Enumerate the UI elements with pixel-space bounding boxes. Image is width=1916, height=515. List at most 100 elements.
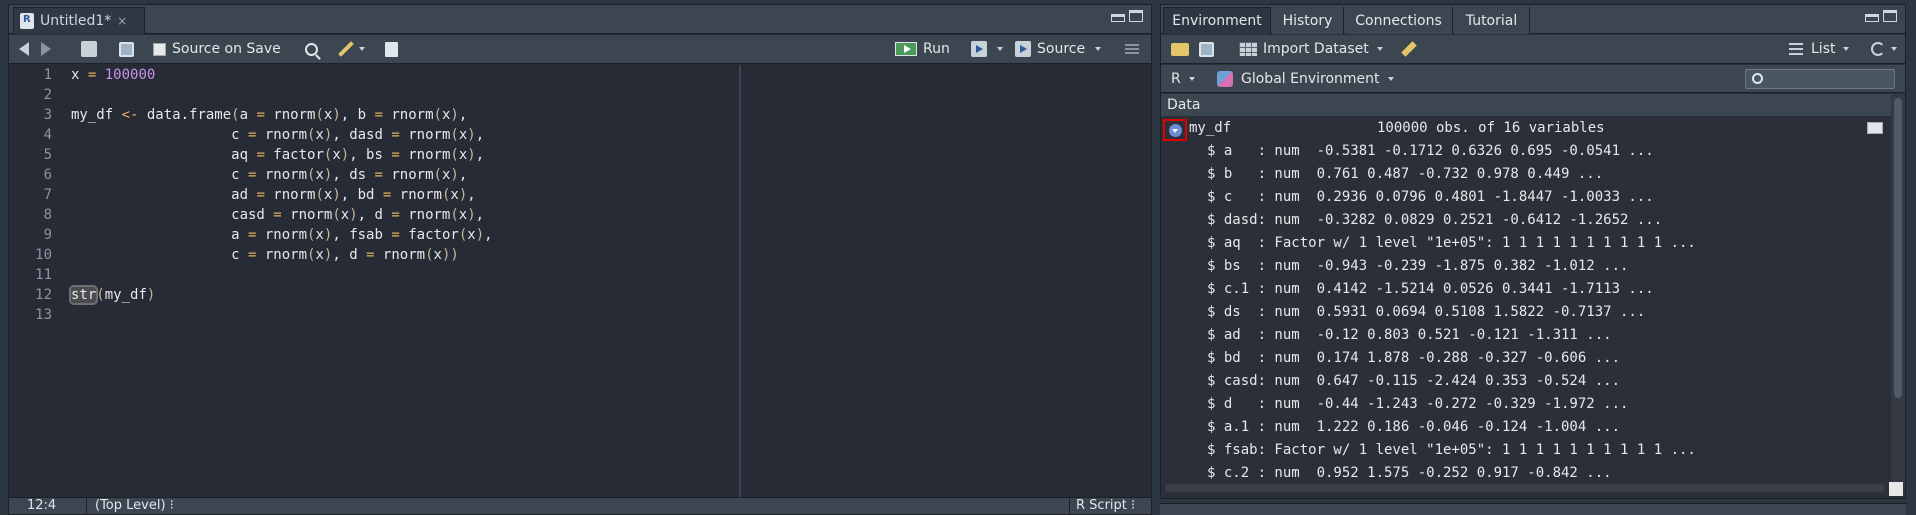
forward-button[interactable]: [41, 39, 51, 59]
scrollbar-thumb[interactable]: [1894, 98, 1902, 398]
tab-untitled1[interactable]: Untitled1* ×: [13, 7, 145, 34]
minimize-pane-icon[interactable]: [1111, 14, 1125, 22]
run-button[interactable]: Run: [895, 39, 950, 59]
compile-report-button[interactable]: [385, 39, 398, 59]
chevron-down-icon: [1891, 47, 1897, 51]
code-line[interactable]: 13: [9, 305, 1151, 325]
environment-pane: Environment History Connections Tutorial…: [1160, 4, 1906, 499]
variable-summary: $ fsab: Factor w/ 1 level "1e+05": 1 1 1…: [1207, 442, 1696, 458]
import-dataset-button[interactable]: Import Dataset: [1239, 39, 1383, 59]
save-workspace-button[interactable]: [1199, 39, 1214, 59]
code-text: my_df <- data.frame(a = rnorm(x), b = rn…: [71, 107, 468, 123]
find-replace-button[interactable]: [305, 39, 318, 59]
variable-row: $ bd : num 0.174 1.878 -0.288 -0.327 -0.…: [1161, 347, 1893, 370]
import-dataset-label: Import Dataset: [1263, 41, 1369, 57]
save-icon: [119, 41, 134, 57]
variable-row: $ casd: num 0.647 -0.115 -2.424 0.353 -0…: [1161, 370, 1893, 393]
source-on-save-label: Source on Save: [172, 41, 281, 57]
open-folder-icon: [1171, 42, 1189, 56]
clear-workspace-button[interactable]: [1401, 39, 1417, 59]
line-number: 10: [35, 247, 52, 263]
environment-search-input[interactable]: [1745, 69, 1895, 89]
load-workspace-button[interactable]: [1171, 39, 1189, 59]
code-line[interactable]: 4 c = rnorm(x), dasd = rnorm(x),: [9, 125, 1151, 145]
source-icon: [1015, 41, 1031, 57]
code-line[interactable]: 9 a = rnorm(x), fsab = factor(x),: [9, 225, 1151, 245]
code-line[interactable]: 7 ad = rnorm(x), bd = rnorm(x),: [9, 185, 1151, 205]
source-on-save-toggle[interactable]: Source on Save: [153, 39, 281, 59]
code-editor[interactable]: 1 x = 100000 2 3 my_df <- data.frame(a = rno…: [9, 65, 1151, 499]
chevron-down-icon: [359, 47, 365, 51]
search-icon: [305, 42, 318, 56]
source-on-save-checkbox[interactable]: [153, 42, 166, 56]
code-line[interactable]: 6 c = rnorm(x), ds = rnorm(x),: [9, 165, 1151, 185]
chevron-down-icon[interactable]: [1095, 47, 1102, 51]
save-button[interactable]: [119, 39, 134, 59]
line-number: 13: [35, 307, 52, 323]
code-line[interactable]: 2: [9, 85, 1151, 105]
minimize-pane-icon[interactable]: [1865, 14, 1879, 22]
code-tools-button[interactable]: [337, 39, 365, 59]
variable-row: $ aq : Factor w/ 1 level "1e+05": 1 1 1 …: [1161, 232, 1893, 255]
variable-row: $ ad : num -0.12 0.803 0.521 -0.121 -1.3…: [1161, 324, 1893, 347]
refresh-icon: [1871, 42, 1885, 56]
notebook-icon: [385, 41, 398, 57]
variable-row: $ bs : num -0.943 -0.239 -1.875 0.382 -1…: [1161, 255, 1893, 278]
tab-history[interactable]: History: [1272, 7, 1344, 34]
view-table-icon[interactable]: [1867, 122, 1883, 134]
line-number: 6: [43, 167, 52, 183]
environment-tab-bar: Environment History Connections Tutorial: [1161, 5, 1905, 34]
file-type-selector[interactable]: R Script ⁝: [1069, 498, 1151, 515]
variable-summary: $ d : num -0.44 -1.243 -0.272 -0.329 -1.…: [1207, 396, 1629, 412]
line-number: 1: [43, 67, 52, 83]
show-in-window-button[interactable]: [81, 39, 97, 59]
new-window-icon: [81, 41, 97, 57]
refresh-button[interactable]: [1871, 39, 1897, 59]
code-text: casd = rnorm(x), d = rnorm(x),: [71, 207, 485, 223]
tab-environment[interactable]: Environment: [1163, 7, 1271, 34]
horizontal-scrollbar[interactable]: [1165, 484, 1885, 492]
save-icon: [1199, 41, 1214, 57]
maximize-pane-icon[interactable]: [1129, 10, 1143, 22]
line-number: 4: [43, 127, 52, 143]
object-row-my-df[interactable]: my_df 100000 obs. of 16 variables: [1161, 117, 1893, 141]
language-selector[interactable]: R: [1171, 69, 1195, 89]
expand-object-button[interactable]: [1163, 119, 1187, 141]
tab-connections[interactable]: Connections: [1345, 7, 1453, 34]
code-line[interactable]: 3 my_df <- data.frame(a = rnorm(x), b = r…: [9, 105, 1151, 125]
chevron-down-icon: [997, 47, 1003, 51]
code-line[interactable]: 8 casd = rnorm(x), d = rnorm(x),: [9, 205, 1151, 225]
code-line[interactable]: 10 c = rnorm(x), d = rnorm(x)): [9, 245, 1151, 265]
back-button[interactable]: [19, 39, 29, 59]
variable-summary: $ casd: num 0.647 -0.115 -2.424 0.353 -0…: [1207, 373, 1621, 389]
code-line[interactable]: 11: [9, 265, 1151, 285]
maximize-pane-icon[interactable]: [1883, 10, 1897, 22]
variable-row: $ dasd: num -0.3282 0.0829 0.2521 -0.641…: [1161, 209, 1893, 232]
view-mode-label: List: [1811, 41, 1836, 57]
tab-title: Untitled1*: [40, 13, 112, 29]
variable-summary: $ c : num 0.2936 0.0796 0.4801 -1.8447 -…: [1207, 189, 1654, 205]
document-outline-button[interactable]: [1125, 39, 1139, 59]
close-tab-icon[interactable]: ×: [117, 14, 127, 28]
chevron-down-icon: [1188, 77, 1195, 81]
arrow-left-icon: [19, 42, 29, 56]
expand-arrow-icon: [1169, 124, 1182, 137]
source-editor-pane: Untitled1* × Source on Save Run Source: [8, 4, 1152, 515]
code-line[interactable]: 5 aq = factor(x), bs = rnorm(x),: [9, 145, 1151, 165]
code-line[interactable]: 12 str(my_df): [9, 285, 1151, 305]
environment-scope-bar: R Global Environment: [1161, 65, 1905, 93]
code-text: c = rnorm(x), d = rnorm(x)): [71, 247, 459, 263]
environment-selector[interactable]: Global Environment: [1217, 69, 1394, 89]
source-button[interactable]: Source: [1015, 39, 1102, 59]
search-icon: [1752, 73, 1763, 84]
vertical-scrollbar[interactable]: [1891, 94, 1905, 492]
tab-tutorial[interactable]: Tutorial: [1454, 7, 1530, 34]
scope-selector[interactable]: (Top Level) ⁝: [86, 498, 174, 515]
list-icon: [1789, 43, 1803, 55]
rerun-button[interactable]: [971, 39, 1003, 59]
variable-summary: $ ds : num 0.5931 0.0694 0.5108 1.5822 -…: [1207, 304, 1646, 320]
view-mode-button[interactable]: List: [1789, 39, 1850, 59]
code-line[interactable]: 1 x = 100000: [9, 65, 1151, 85]
line-number: 12: [35, 287, 52, 303]
section-header-data: Data: [1161, 94, 1893, 116]
